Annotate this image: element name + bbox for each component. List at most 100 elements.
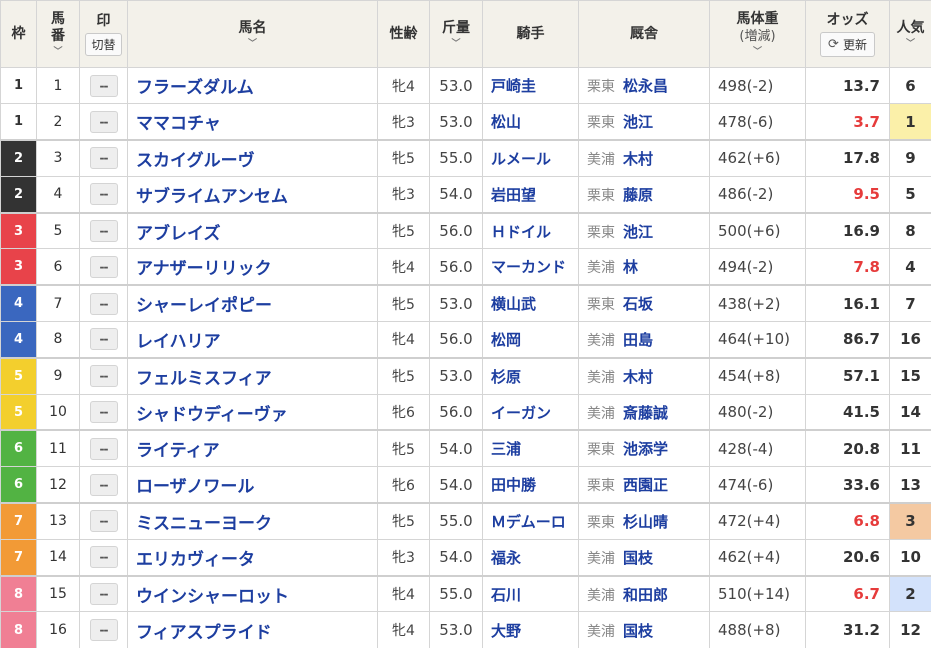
sex-age-cell: 牝6 <box>377 393 430 431</box>
trainer-link[interactable]: 藤原 <box>623 186 653 204</box>
jockey-link[interactable]: 松岡 <box>491 331 521 349</box>
trainer-link[interactable]: 和田郎 <box>623 586 668 604</box>
horse-name-link[interactable]: ウインシャーロット <box>136 587 289 607</box>
odds-cell: 41.5 <box>805 393 890 431</box>
trainer-link[interactable]: 杉山晴 <box>623 513 668 531</box>
horse-name-link[interactable]: フラーズダルム <box>136 78 254 98</box>
mark-button[interactable]: -- <box>89 510 118 533</box>
jockey-link[interactable]: 石川 <box>491 586 521 604</box>
chevron-down-icon[interactable]: ﹀ <box>38 47 79 57</box>
trainer-link[interactable]: 木村 <box>623 150 653 168</box>
waku-number: 5 <box>13 404 24 420</box>
trainer-link[interactable]: 国枝 <box>623 549 653 567</box>
trainer-link[interactable]: 池江 <box>623 223 653 241</box>
mark-button[interactable]: -- <box>89 110 118 133</box>
chevron-down-icon[interactable]: ﹀ <box>891 39 931 49</box>
mark-cell: -- <box>79 429 128 468</box>
horse-name-link[interactable]: レイハリア <box>136 332 221 352</box>
body-weight-cell: 454(+8) <box>709 356 806 395</box>
mark-button[interactable]: -- <box>89 220 118 243</box>
horse-name-link[interactable]: フィアスプライド <box>136 623 272 643</box>
trainer-link[interactable]: 林 <box>623 258 638 276</box>
horse-name-link[interactable]: スカイグルーヴ <box>136 151 255 171</box>
mark-button[interactable]: -- <box>89 365 118 388</box>
sex-age: 牝3 <box>392 114 415 131</box>
jockey-link[interactable]: 杉原 <box>491 368 521 386</box>
mark-button[interactable]: -- <box>89 292 118 315</box>
jockey-link[interactable]: 福永 <box>491 549 521 567</box>
horse-name-link[interactable]: シャーレイポピー <box>136 296 272 316</box>
waku-number: 5 <box>13 368 24 384</box>
header-horse-name[interactable]: 馬名 ﹀ <box>127 0 378 68</box>
header-popularity[interactable]: 人気 ﹀ <box>889 0 931 68</box>
mark-button[interactable]: -- <box>89 74 118 97</box>
mark-button[interactable]: -- <box>89 583 118 606</box>
umaban-number: 9 <box>53 368 63 385</box>
chevron-down-icon[interactable]: ﹀ <box>129 39 377 49</box>
carried-weight: 54.0 <box>439 439 473 458</box>
table-row: 6 11 -- ライティア 牝5 54.0 三浦 栗東 池添学 428(-4) 2… <box>0 429 931 468</box>
sex-age: 牝5 <box>392 296 415 313</box>
popularity-cell: 16 <box>889 321 931 359</box>
mark-button[interactable]: -- <box>89 437 118 460</box>
chevron-down-icon[interactable]: ﹀ <box>711 47 805 57</box>
jockey-link[interactable]: Ｍデムーロ <box>491 513 566 531</box>
weight-cell: 54.0 <box>429 466 483 504</box>
mark-button[interactable]: -- <box>89 619 118 642</box>
jockey-link[interactable]: 横山武 <box>491 295 536 313</box>
header-weight[interactable]: 斤量 ﹀ <box>429 0 483 68</box>
mark-button[interactable]: -- <box>89 255 118 278</box>
body-weight: 464(+10) <box>718 330 790 349</box>
horse-name-link[interactable]: アブレイズ <box>136 224 221 244</box>
trainer-link[interactable]: 木村 <box>623 368 653 386</box>
horse-name-link[interactable]: ライティア <box>136 441 220 461</box>
trainer-link[interactable]: 西園正 <box>623 476 668 494</box>
mark-button[interactable]: -- <box>89 183 118 206</box>
mark-switch-button[interactable]: 切替 <box>85 32 122 56</box>
chevron-down-icon[interactable]: ﹀ <box>431 39 482 49</box>
horse-name-link[interactable]: エリカヴィータ <box>136 550 255 570</box>
table-row: 1 1 -- フラーズダルム 牝4 53.0 戸崎圭 栗東 松永昌 498(-2)… <box>0 66 931 105</box>
trainer-link[interactable]: 松永昌 <box>623 77 668 95</box>
trainer-link[interactable]: 斎藤誠 <box>623 404 668 422</box>
trainer-link[interactable]: 池江 <box>623 113 653 131</box>
waku-cell: 3 <box>0 248 37 286</box>
umaban-number: 2 <box>53 113 63 130</box>
mark-button[interactable]: -- <box>89 328 118 351</box>
jockey-link[interactable]: 大野 <box>491 622 521 640</box>
jockey-link[interactable]: 松山 <box>491 113 521 131</box>
jockey-link[interactable]: ルメール <box>491 150 551 168</box>
waku-number: 4 <box>13 331 24 347</box>
body-weight-cell: 480(-2) <box>709 393 806 431</box>
trainer-link[interactable]: 池添学 <box>623 440 668 458</box>
horse-name-link[interactable]: シャドウディーヴァ <box>136 405 288 425</box>
horse-name-link[interactable]: ローザノワール <box>136 477 254 497</box>
jockey-link[interactable]: 田中勝 <box>491 476 536 494</box>
mark-button[interactable]: -- <box>89 401 118 424</box>
horse-name-cell: ライティア <box>127 429 378 468</box>
mark-button[interactable]: -- <box>89 147 118 170</box>
horse-name-link[interactable]: ミスニューヨーク <box>136 514 272 534</box>
stable-cell: 栗東 石坂 <box>578 284 710 323</box>
jockey-link[interactable]: 岩田望 <box>491 186 536 204</box>
jockey-link[interactable]: マーカンド <box>491 258 566 276</box>
horse-name-link[interactable]: ママコチャ <box>136 114 221 134</box>
jockey-link[interactable]: 戸崎圭 <box>491 77 536 95</box>
refresh-button[interactable]: ⟳ 更新 <box>820 31 875 57</box>
mark-button[interactable]: -- <box>89 546 118 569</box>
horse-name-link[interactable]: サブライムアンセム <box>136 187 288 207</box>
mark-button[interactable]: -- <box>89 473 118 496</box>
trainer-link[interactable]: 石坂 <box>623 295 653 313</box>
header-body-weight[interactable]: 馬体重 (増減) ﹀ <box>709 0 806 68</box>
jockey-link[interactable]: Ｈドイル <box>491 223 551 241</box>
odds-cell: 57.1 <box>805 356 890 395</box>
trainer-link[interactable]: 国枝 <box>623 622 653 640</box>
umaban-number: 7 <box>53 295 63 312</box>
jockey-link[interactable]: 三浦 <box>491 440 521 458</box>
header-umaban[interactable]: 馬番 ﹀ <box>36 0 80 68</box>
table-row: 8 16 -- フィアスプライド 牝4 53.0 大野 美浦 国枝 488(+8)… <box>0 611 931 648</box>
horse-name-link[interactable]: アナザーリリック <box>136 259 272 279</box>
trainer-link[interactable]: 田島 <box>623 331 653 349</box>
horse-name-link[interactable]: フェルミスフィア <box>136 369 272 389</box>
jockey-link[interactable]: イーガン <box>491 404 551 422</box>
